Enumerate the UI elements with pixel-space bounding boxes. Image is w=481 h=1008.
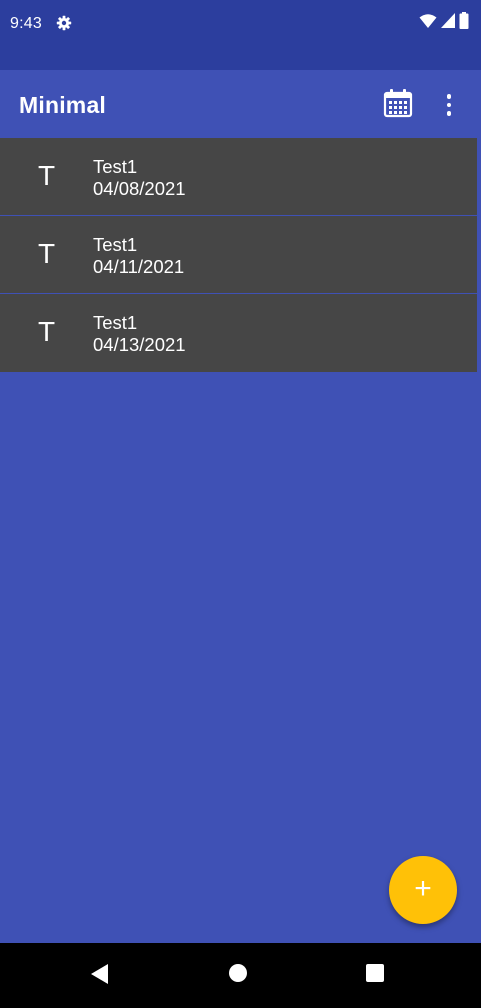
battery-icon <box>459 12 469 34</box>
calendar-icon <box>383 88 413 123</box>
entry-list: T Test1 04/08/2021 T Test1 04/11/2021 T … <box>0 138 481 372</box>
more-vert-icon-dot <box>446 102 452 108</box>
item-avatar-letter: T <box>38 316 56 347</box>
more-vert-icon-dot <box>446 111 452 116</box>
item-title: Test1 <box>93 156 138 177</box>
item-date: 04/11/2021 <box>93 256 185 277</box>
gear-icon <box>56 15 72 31</box>
item-date: 04/13/2021 <box>93 334 186 355</box>
item-date: 04/08/2021 <box>93 178 186 199</box>
item-avatar-letter: T <box>38 238 56 269</box>
list-item[interactable]: T Test1 04/11/2021 <box>0 216 477 294</box>
calendar-button[interactable] <box>381 88 415 122</box>
list-item[interactable]: T Test1 04/08/2021 <box>0 138 477 216</box>
app-bar: Minimal <box>0 70 481 138</box>
signal-icon <box>441 13 455 33</box>
system-nav-bar <box>0 943 481 1008</box>
home-icon[interactable] <box>229 964 247 982</box>
wifi-icon <box>419 13 437 34</box>
back-icon[interactable] <box>90 963 110 985</box>
add-entry-button[interactable]: + <box>389 856 457 924</box>
status-bar: 9:43 <box>0 0 481 48</box>
recents-icon[interactable] <box>366 964 384 982</box>
list-item[interactable]: T Test1 04/13/2021 <box>0 294 477 372</box>
more-options-button[interactable] <box>437 90 461 120</box>
status-bar-extension <box>0 48 481 70</box>
more-vert-icon <box>446 94 452 99</box>
item-title: Test1 <box>93 234 138 255</box>
app-title: Minimal <box>19 92 107 118</box>
add-icon: + <box>414 872 432 905</box>
item-avatar-letter: T <box>38 160 56 191</box>
status-icons <box>419 12 469 34</box>
status-time: 9:43 <box>10 15 42 32</box>
item-title: Test1 <box>93 312 138 333</box>
